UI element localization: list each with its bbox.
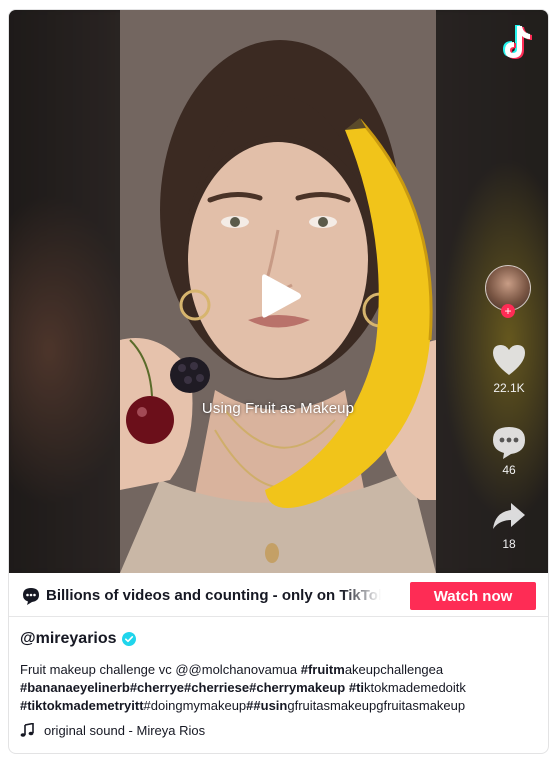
share-icon[interactable] xyxy=(491,499,527,533)
promo-bar: Billions of videos and counting - only o… xyxy=(9,573,548,617)
hashtag-link[interactable]: #cherrye xyxy=(130,680,184,695)
video-player[interactable]: Using Fruit as Makeup + 22.1K 46 18 xyxy=(9,10,548,573)
hashtag-link[interactable]: #fruitm xyxy=(301,662,345,677)
sound-link[interactable]: original sound - Mireya Rios xyxy=(44,723,205,738)
verified-badge-icon xyxy=(121,632,136,646)
hashtag-link[interactable]: #tiktokmademetryitt xyxy=(20,698,144,713)
watch-now-button[interactable]: Watch now xyxy=(410,582,536,610)
chat-bubble-icon xyxy=(23,588,39,605)
like-count: 22.1K xyxy=(493,381,525,395)
description-text: #doingmymakeup xyxy=(143,698,247,713)
username-row: @mireyarios xyxy=(20,629,540,649)
comment-count: 46 xyxy=(502,463,516,477)
description-text: akeupchallengea xyxy=(344,662,444,677)
comment-action[interactable]: 46 xyxy=(485,425,533,477)
description-text: Fruit makeup challenge vc @@molchanovamu… xyxy=(20,662,301,677)
hashtag-link[interactable]: #bananaeyelinerb xyxy=(20,680,130,695)
play-icon[interactable] xyxy=(262,272,302,320)
video-caption-overlay: Using Fruit as Makeup xyxy=(201,400,355,417)
plus-icon[interactable]: + xyxy=(501,304,515,318)
post-info: @mireyarios Fruit makeup challenge vc @@… xyxy=(20,629,540,739)
username-link[interactable]: @mireyarios xyxy=(20,630,117,648)
tiktok-embed-card: Using Fruit as Makeup + 22.1K 46 18 Bill… xyxy=(8,9,549,754)
share-count: 18 xyxy=(502,537,516,551)
promo-text: Billions of videos and counting - only o… xyxy=(46,587,381,604)
heart-icon[interactable] xyxy=(491,343,527,377)
share-action[interactable]: 18 xyxy=(485,499,533,551)
music-note-icon xyxy=(20,723,34,737)
hashtag-link[interactable]: ##usin xyxy=(246,698,287,713)
tiktok-logo-icon[interactable] xyxy=(500,22,534,62)
post-description: Fruit makeup challenge vc @@molchanovamu… xyxy=(20,661,540,715)
comment-icon[interactable] xyxy=(491,425,527,459)
description-text: ktokmademedoitk xyxy=(364,680,466,695)
description-text: gfruitasmakeupgfruitasmakeup xyxy=(287,698,466,713)
like-action[interactable]: 22.1K xyxy=(485,343,533,395)
hashtag-link[interactable]: #ti xyxy=(349,680,364,695)
hashtag-link[interactable]: #cherriese xyxy=(184,680,249,695)
sound-row[interactable]: original sound - Mireya Rios xyxy=(20,721,540,739)
hashtag-link[interactable]: #cherrymakeup xyxy=(249,680,345,695)
